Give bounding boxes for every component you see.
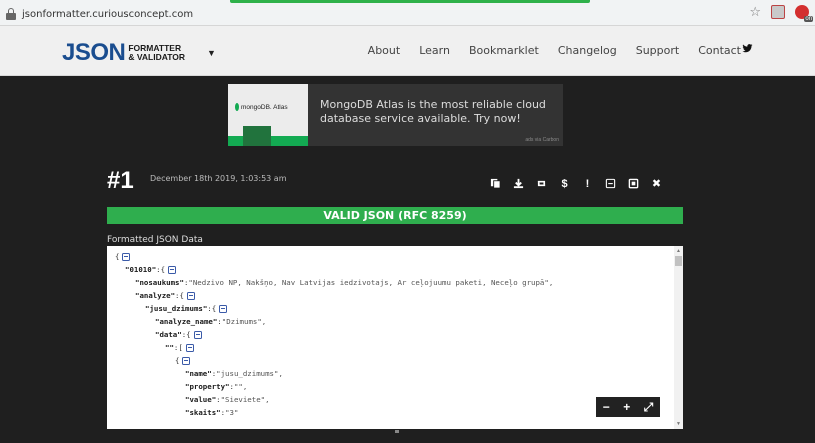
- json-line: "analyze":{: [115, 289, 553, 302]
- ad-text[interactable]: MongoDB Atlas is the most reliable cloud…: [320, 98, 550, 126]
- logo-sub-text: FORMATTER & VALIDATOR: [128, 44, 185, 62]
- json-value: {: [115, 252, 120, 261]
- json-value: "Dzimums",: [221, 317, 267, 326]
- ad-brand-text: mongoDB. Atlas: [241, 103, 288, 111]
- scrollbar-thumb[interactable]: [675, 256, 682, 266]
- json-key: "nosaukums": [135, 278, 184, 287]
- retweet-icon[interactable]: [532, 174, 551, 193]
- json-value: "",: [233, 382, 248, 391]
- extension-badge-icon[interactable]: on: [795, 5, 813, 22]
- scroll-down-icon[interactable]: ▼: [676, 421, 681, 427]
- json-key: "name": [185, 369, 212, 378]
- json-line: {: [115, 354, 553, 367]
- nav-link-learn[interactable]: Learn: [419, 44, 450, 57]
- zoom-in-button[interactable]: +: [623, 400, 630, 414]
- json-key: "data": [155, 330, 182, 339]
- json-line: "analyze_name": "Dzimums",: [115, 315, 553, 328]
- copy-icon[interactable]: [486, 174, 505, 193]
- dollar-icon[interactable]: $: [555, 174, 574, 193]
- json-line: "name": "jusu_dzimums",: [115, 367, 553, 380]
- zoom-controls: − + ⤢: [596, 397, 660, 417]
- zoom-out-button[interactable]: −: [603, 400, 610, 414]
- browser-extensions: ☆ on: [749, 5, 813, 22]
- json-value: {: [175, 356, 180, 365]
- exclamation-icon[interactable]: !: [578, 174, 597, 193]
- ad-via-link[interactable]: ads via Carbon: [525, 137, 559, 143]
- result-number: #1: [107, 167, 134, 194]
- nav-link-bookmarklet[interactable]: Bookmarklet: [469, 44, 539, 57]
- collapse-toggle-icon[interactable]: [185, 343, 194, 352]
- download-icon[interactable]: [509, 174, 528, 193]
- json-line: "data":{: [115, 328, 553, 341]
- mongodb-logo: mongoDB. Atlas: [235, 103, 288, 111]
- json-line: "value": "Sieviete",: [115, 393, 553, 406]
- json-key: "analyze": [135, 291, 176, 300]
- expand-icon[interactable]: [624, 174, 643, 193]
- nav-link-support[interactable]: Support: [636, 44, 679, 57]
- json-key: "property": [185, 382, 230, 391]
- fullscreen-button[interactable]: ⤢: [644, 400, 654, 415]
- json-key: "01010": [125, 265, 157, 274]
- json-value: "Sieviete",: [220, 395, 270, 404]
- close-icon[interactable]: ✖: [647, 174, 666, 193]
- formatted-json-label: Formatted JSON Data: [107, 235, 203, 245]
- json-value: {: [179, 291, 184, 300]
- json-value: "3": [225, 408, 239, 417]
- nav-links: About Learn Bookmarklet Changelog Suppor…: [368, 44, 741, 57]
- scroll-up-icon[interactable]: ▲: [676, 248, 681, 254]
- json-line: "01010":{: [115, 263, 553, 276]
- collapse-toggle-icon[interactable]: [186, 291, 195, 300]
- json-value: {: [160, 265, 166, 274]
- site-navbar: JSON FORMATTER & VALIDATOR ▼ About Learn…: [0, 26, 815, 76]
- json-line: "jusu_dzimums":{: [115, 302, 553, 315]
- nav-link-changelog[interactable]: Changelog: [558, 44, 617, 57]
- result-toolbar: $ ! ✖: [486, 174, 666, 193]
- json-line: {: [115, 250, 553, 263]
- validation-status-banner: VALID JSON (RFC 8259): [107, 207, 683, 224]
- caret-down-icon[interactable]: ▼: [207, 48, 216, 58]
- active-tab-indicator: [230, 0, 590, 3]
- collapse-toggle-icon[interactable]: [122, 252, 131, 261]
- json-key: "value": [185, 395, 217, 404]
- json-value: "Nedzivo NP, Nakšņo, Nav Latvijas iedziv…: [188, 278, 554, 287]
- ad-image: mongoDB. Atlas: [228, 84, 308, 146]
- collapse-toggle-icon[interactable]: [182, 356, 191, 365]
- nav-link-about[interactable]: About: [368, 44, 401, 57]
- json-key: "": [165, 343, 174, 352]
- nav-link-contact[interactable]: Contact: [698, 44, 741, 57]
- json-value: {: [211, 304, 217, 313]
- url-text[interactable]: jsonformatter.curiousconcept.com: [22, 9, 193, 20]
- json-line: "":[: [115, 341, 553, 354]
- logo-main-text: JSON: [62, 39, 126, 66]
- logo-sub-line-2: & VALIDATOR: [128, 52, 186, 62]
- json-key: "analyze_name": [155, 317, 218, 326]
- address-bar[interactable]: jsonformatter.curiousconcept.com: [6, 6, 193, 22]
- json-value: [: [178, 343, 183, 352]
- site-logo[interactable]: JSON FORMATTER & VALIDATOR ▼: [62, 39, 216, 67]
- json-scrollbar[interactable]: ▲ ▼: [674, 246, 683, 429]
- collapse-toggle-icon[interactable]: [168, 265, 177, 274]
- collapse-toggle-icon[interactable]: [193, 330, 202, 339]
- collapse-toggle-icon[interactable]: [219, 304, 228, 313]
- json-key: "skaits": [185, 408, 221, 417]
- browser-chrome: jsonformatter.curiousconcept.com ☆ on: [0, 0, 815, 26]
- json-value: "jusu_dzimums",: [216, 369, 283, 378]
- json-value: {: [186, 330, 191, 339]
- lock-icon: [6, 8, 16, 20]
- twitter-icon[interactable]: [742, 43, 753, 54]
- carbon-ad[interactable]: mongoDB. Atlas MongoDB Atlas is the most…: [228, 84, 563, 146]
- result-date: December 18th 2019, 1:03:53 am: [150, 174, 287, 183]
- mongodb-leaf-icon: [235, 103, 239, 111]
- collapse-icon[interactable]: [601, 174, 620, 193]
- json-line: "nosaukums": "Nedzivo NP, Nakšņo, Nav Lat…: [115, 276, 553, 289]
- tab-strip: [0, 0, 815, 4]
- json-line: "skaits": "3": [115, 406, 553, 419]
- json-code-block: {"01010":{"nosaukums": "Nedzivo NP, Nakšņ…: [115, 250, 553, 419]
- page-scroll-indicator: [395, 430, 399, 433]
- json-key: "jusu_dzimums": [145, 304, 208, 313]
- bookmark-star-icon[interactable]: ☆: [749, 5, 761, 19]
- extension-icon[interactable]: [771, 5, 785, 19]
- json-line: "property": "",: [115, 380, 553, 393]
